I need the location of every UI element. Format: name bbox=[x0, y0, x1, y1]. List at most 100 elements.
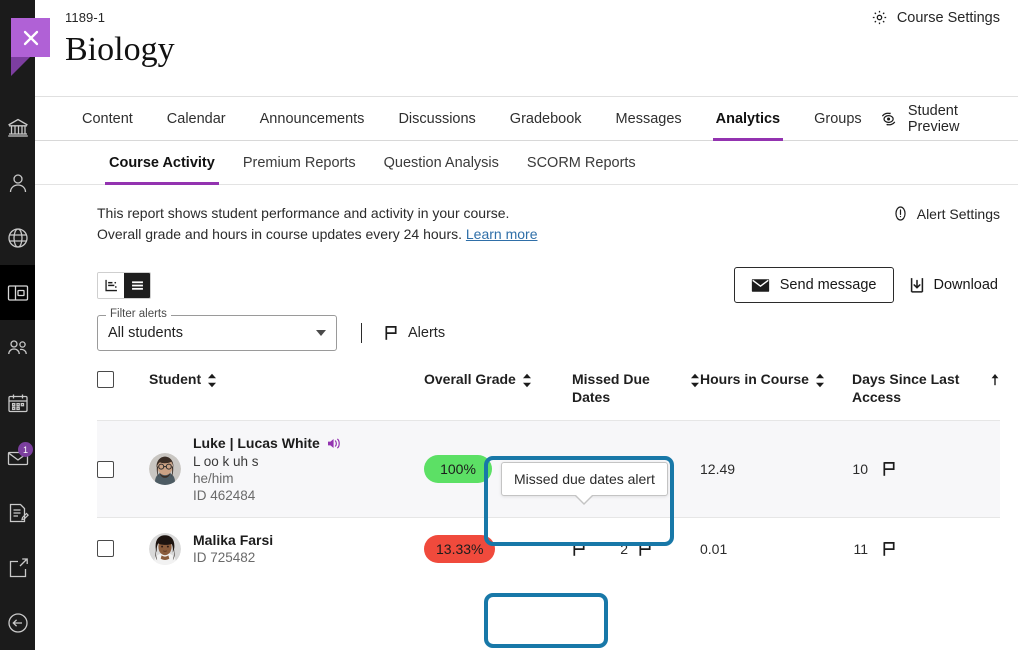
tab-discussions[interactable]: Discussions bbox=[381, 97, 492, 140]
row-days-since-last-access-cell: 10 bbox=[852, 421, 1000, 518]
envelope-icon bbox=[751, 278, 770, 293]
avatar bbox=[149, 533, 181, 565]
sidebar-item-course-panel[interactable] bbox=[0, 265, 35, 320]
filter-row: Filter alerts All students Alerts bbox=[35, 303, 1018, 351]
sidebar-item-institution[interactable] bbox=[0, 100, 35, 155]
list-view-button[interactable] bbox=[124, 273, 150, 298]
filter-alerts-select[interactable]: Filter alerts All students bbox=[97, 315, 337, 351]
download-button[interactable]: Download bbox=[906, 267, 1001, 303]
toolbar-actions: Send message Download bbox=[734, 267, 1000, 303]
sidebar-item-calendar[interactable] bbox=[0, 375, 35, 430]
row-hours-in-course-cell: 0.01 bbox=[700, 518, 852, 580]
missed-due-dates-tooltip: Missed due dates alert bbox=[501, 462, 668, 496]
student-info: Luke | Lucas White L oo k uh s he/ bbox=[193, 435, 342, 503]
row-overall-grade-cell: 13.33% bbox=[424, 518, 572, 580]
rail-icon-list: 1 bbox=[0, 100, 35, 650]
chevron-down-icon bbox=[316, 330, 326, 336]
audio-pronunciation-icon[interactable] bbox=[327, 437, 342, 450]
send-message-button[interactable]: Send message bbox=[734, 267, 894, 303]
student-name: Malika Farsi bbox=[193, 532, 273, 548]
student-pronouns: he/him bbox=[193, 471, 342, 486]
sidebar-item-groups[interactable] bbox=[0, 320, 35, 375]
sort-both-icon[interactable] bbox=[207, 373, 217, 388]
sidebar-item-signout[interactable] bbox=[0, 595, 35, 650]
row-days-since-last-access-cell: 11 bbox=[852, 518, 1000, 580]
row-checkbox[interactable] bbox=[97, 461, 114, 478]
avatar bbox=[149, 453, 181, 485]
filter-alerts-legend: Filter alerts bbox=[106, 308, 171, 320]
tab-gradebook[interactable]: Gradebook bbox=[493, 97, 599, 140]
tab-announcements[interactable]: Announcements bbox=[243, 97, 382, 140]
subtab-course-activity[interactable]: Course Activity bbox=[95, 141, 229, 184]
course-settings-button[interactable]: Course Settings bbox=[871, 9, 1000, 26]
learn-more-link[interactable]: Learn more bbox=[466, 226, 538, 242]
course-settings-label: Course Settings bbox=[897, 10, 1000, 26]
grades-document-icon bbox=[6, 501, 30, 525]
close-button-wrap bbox=[11, 18, 59, 78]
days-since-last-access-value: 10 bbox=[852, 461, 868, 477]
row-student-cell: Luke | Lucas White L oo k uh s he/ bbox=[149, 421, 424, 518]
student-pronunciation: L oo k uh s bbox=[193, 454, 342, 469]
analytics-subnav: Course Activity Premium Reports Question… bbox=[35, 141, 1018, 185]
sidebar-item-grades[interactable] bbox=[0, 485, 35, 540]
tab-analytics[interactable]: Analytics bbox=[699, 97, 797, 140]
signout-icon bbox=[6, 611, 30, 635]
chart-view-button[interactable] bbox=[98, 273, 124, 298]
select-all-checkbox[interactable] bbox=[97, 371, 114, 388]
report-toolbar: Send message Download bbox=[35, 245, 1018, 303]
download-label: Download bbox=[934, 277, 999, 293]
table-row: Malika Farsi ID 725482 13.33% bbox=[97, 518, 1000, 580]
sidebar-item-tools[interactable] bbox=[0, 540, 35, 595]
subtab-premium-reports[interactable]: Premium Reports bbox=[229, 141, 370, 184]
main-region: 1189-1 Biology Course Settings Content C… bbox=[35, 0, 1018, 650]
close-icon bbox=[21, 28, 41, 48]
student-id: ID 462484 bbox=[193, 488, 342, 503]
left-nav-rail: 1 bbox=[0, 0, 35, 650]
row-hours-in-course-cell: 12.49 bbox=[700, 421, 852, 518]
flag-icon[interactable] bbox=[638, 541, 652, 557]
sort-both-icon[interactable] bbox=[522, 373, 532, 388]
missed-due-dates-highlight-row2 bbox=[484, 593, 608, 648]
subtab-question-analysis[interactable]: Question Analysis bbox=[370, 141, 513, 184]
tab-content[interactable]: Content bbox=[65, 97, 150, 140]
sort-both-icon[interactable] bbox=[815, 373, 825, 388]
grade-badge: 13.33% bbox=[424, 535, 495, 563]
globe-icon bbox=[6, 226, 30, 250]
student-name: Luke | Lucas White bbox=[193, 435, 320, 451]
sidebar-item-messages[interactable]: 1 bbox=[0, 430, 35, 485]
filter-alerts-value: All students bbox=[108, 325, 183, 341]
column-missed-due-dates-label: Missed Due Dates bbox=[572, 371, 684, 406]
tab-messages[interactable]: Messages bbox=[599, 97, 699, 140]
subtab-scorm-reports[interactable]: SCORM Reports bbox=[513, 141, 650, 184]
course-header: 1189-1 Biology Course Settings bbox=[35, 0, 1018, 96]
list-icon bbox=[130, 278, 145, 293]
column-days-since-last-access: Days Since Last Access bbox=[852, 371, 1000, 421]
flag-icon[interactable] bbox=[572, 541, 586, 557]
sidebar-item-profile[interactable] bbox=[0, 155, 35, 210]
column-overall-grade-label: Overall Grade bbox=[424, 371, 516, 389]
table-head: Student Overall Grade bbox=[97, 371, 1000, 421]
flag-icon[interactable] bbox=[882, 461, 896, 477]
row-select-cell bbox=[97, 518, 149, 580]
tab-groups[interactable]: Groups bbox=[797, 97, 879, 140]
row-checkbox[interactable] bbox=[97, 540, 114, 557]
alert-settings-label: Alert Settings bbox=[917, 206, 1000, 222]
alert-settings-button[interactable]: Alert Settings bbox=[892, 203, 1000, 222]
sort-both-icon[interactable] bbox=[690, 373, 700, 388]
student-preview-button[interactable]: Student Preview bbox=[879, 97, 1018, 140]
tab-calendar[interactable]: Calendar bbox=[150, 97, 243, 140]
send-message-label: Send message bbox=[780, 277, 877, 293]
student-preview-icon bbox=[879, 110, 898, 128]
sidebar-item-globe[interactable] bbox=[0, 210, 35, 265]
flag-icon[interactable] bbox=[882, 541, 896, 557]
select-all-header bbox=[97, 371, 149, 421]
report-description: This report shows student performance an… bbox=[97, 203, 537, 245]
column-student: Student bbox=[149, 371, 424, 421]
sort-asc-icon[interactable] bbox=[990, 373, 1000, 388]
page-title: Biology bbox=[65, 31, 994, 68]
groups-icon bbox=[6, 336, 30, 360]
course-panel-icon bbox=[6, 281, 30, 305]
app-root: 1 bbox=[0, 0, 1018, 650]
close-button[interactable] bbox=[11, 18, 50, 57]
report-description-line1: This report shows student performance an… bbox=[97, 203, 537, 224]
